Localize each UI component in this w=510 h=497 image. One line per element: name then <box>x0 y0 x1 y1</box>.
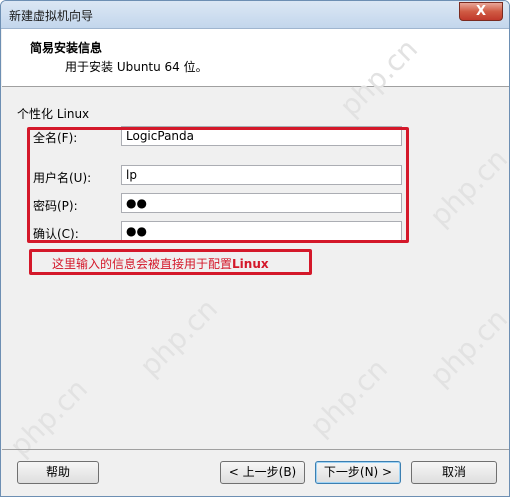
window-title: 新建虚拟机向导 <box>9 9 94 23</box>
back-button[interactable]: < 上一步(B) <box>220 461 305 484</box>
next-button[interactable]: 下一步(N) > <box>315 461 401 484</box>
help-button[interactable]: 帮助 <box>17 461 99 484</box>
close-button[interactable]: X <box>459 2 503 21</box>
page-title: 简易安装信息 <box>30 41 103 55</box>
watermark: php.cn <box>423 142 510 233</box>
title-bar: 新建虚拟机向导 X <box>1 1 509 29</box>
watermark: php.cn <box>133 292 225 383</box>
wizard-header: 简易安装信息 用于安装 Ubuntu 64 位。 <box>2 29 509 87</box>
page-subtitle: 用于安装 Ubuntu 64 位。 <box>65 60 208 74</box>
cancel-button[interactable]: 取消 <box>411 461 497 484</box>
annotation-text: 这里输入的信息会被直接用于配置 <box>52 257 233 271</box>
wizard-window: 新建虚拟机向导 X 简易安装信息 用于安装 Ubuntu 64 位。 个性化 L… <box>0 0 510 497</box>
highlight-box <box>27 127 409 243</box>
close-icon: X <box>475 4 487 19</box>
footer-divider <box>2 449 509 450</box>
annotation-bold: Linux <box>232 257 269 271</box>
watermark: php.cn <box>303 352 395 443</box>
watermark: php.cn <box>423 302 510 393</box>
annotation-callout: 这里输入的信息会被直接用于配置Linux <box>29 249 312 275</box>
group-label: 个性化 Linux <box>17 107 90 121</box>
